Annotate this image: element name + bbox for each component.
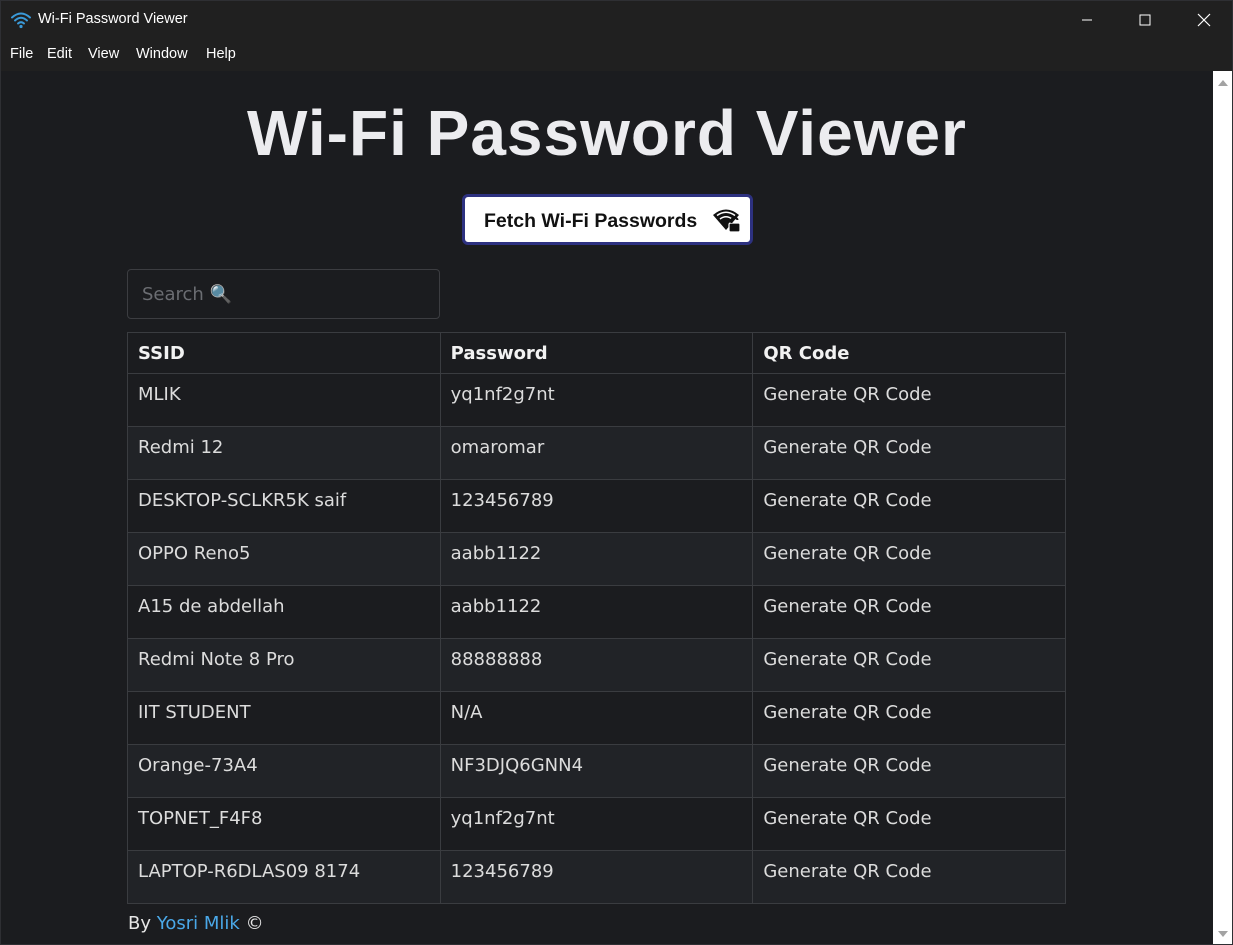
table-row: Redmi 12 omaromar Generate QR Code bbox=[127, 426, 1066, 480]
fetch-button-label: Fetch Wi-Fi Passwords bbox=[484, 210, 698, 232]
table-row: MLIK yq1nf2g7nt Generate QR Code bbox=[127, 373, 1066, 427]
menu-help[interactable]: Help bbox=[206, 46, 236, 62]
table-row: Redmi Note 8 Pro 88888888 Generate QR Co… bbox=[127, 638, 1066, 692]
password-cell: 88888888 bbox=[439, 638, 754, 692]
password-cell: yq1nf2g7nt bbox=[439, 797, 754, 851]
app-window: Wi-Fi Password Viewer File Edit View Win… bbox=[0, 0, 1233, 945]
title-bar: Wi-Fi Password Viewer bbox=[1, 1, 1232, 39]
vertical-scrollbar[interactable] bbox=[1213, 71, 1232, 944]
generate-qr-link[interactable]: Generate QR Code bbox=[752, 691, 1066, 745]
scroll-up-icon[interactable] bbox=[1218, 80, 1228, 86]
generate-qr-link[interactable]: Generate QR Code bbox=[752, 850, 1066, 904]
scroll-down-icon[interactable] bbox=[1218, 931, 1228, 937]
table-row: A15 de abdellah aabb1122 Generate QR Cod… bbox=[127, 585, 1066, 639]
generate-qr-link[interactable]: Generate QR Code bbox=[752, 426, 1066, 480]
ssid-cell: Redmi Note 8 Pro bbox=[127, 638, 441, 692]
generate-qr-link[interactable]: Generate QR Code bbox=[752, 585, 1066, 639]
generate-qr-link[interactable]: Generate QR Code bbox=[752, 638, 1066, 692]
maximize-icon bbox=[1139, 14, 1151, 26]
table-row: OPPO Reno5 aabb1122 Generate QR Code bbox=[127, 532, 1066, 586]
ssid-cell: DESKTOP-SCLKR5K saif bbox=[127, 479, 441, 533]
close-icon bbox=[1197, 13, 1211, 27]
ssid-cell: TOPNET_F4F8 bbox=[127, 797, 441, 851]
header-ssid: SSID bbox=[127, 332, 441, 374]
password-cell: aabb1122 bbox=[439, 585, 754, 639]
minimize-icon bbox=[1082, 19, 1092, 21]
password-cell: NF3DJQ6GNN4 bbox=[439, 744, 754, 798]
ssid-cell: LAPTOP-R6DLAS09 8174 bbox=[127, 850, 441, 904]
menu-window[interactable]: Window bbox=[136, 46, 188, 62]
footer-prefix: By bbox=[128, 913, 152, 934]
table-row: DESKTOP-SCLKR5K saif 123456789 Generate … bbox=[127, 479, 1066, 533]
ssid-cell: Redmi 12 bbox=[127, 426, 441, 480]
password-cell: omaromar bbox=[439, 426, 754, 480]
copyright-symbol: © bbox=[245, 913, 264, 934]
ssid-cell: OPPO Reno5 bbox=[127, 532, 441, 586]
wifi-icon bbox=[11, 11, 31, 29]
search-input[interactable] bbox=[128, 270, 439, 318]
menu-file[interactable]: File bbox=[10, 46, 33, 62]
password-cell: aabb1122 bbox=[439, 532, 754, 586]
page-title: Wi-Fi Password Viewer bbox=[247, 97, 967, 169]
generate-qr-link[interactable]: Generate QR Code bbox=[752, 373, 1066, 427]
menu-edit[interactable]: Edit bbox=[47, 46, 72, 62]
minimize-button[interactable] bbox=[1058, 1, 1116, 39]
password-cell: 123456789 bbox=[439, 479, 754, 533]
fetch-passwords-button[interactable]: Fetch Wi-Fi Passwords bbox=[462, 194, 753, 245]
footer: By Yosri Mlik © bbox=[128, 913, 264, 934]
ssid-cell: A15 de abdellah bbox=[127, 585, 441, 639]
ssid-cell: IIT STUDENT bbox=[127, 691, 441, 745]
table-row: Orange-73A4 NF3DJQ6GNN4 Generate QR Code bbox=[127, 744, 1066, 798]
ssid-cell: MLIK bbox=[127, 373, 441, 427]
search-box bbox=[127, 269, 440, 319]
table-row: IIT STUDENT N/A Generate QR Code bbox=[127, 691, 1066, 745]
wifi-table: SSID Password QR Code MLIK yq1nf2g7nt Ge… bbox=[127, 332, 1066, 904]
table-row: LAPTOP-R6DLAS09 8174 123456789 Generate … bbox=[127, 850, 1066, 904]
generate-qr-link[interactable]: Generate QR Code bbox=[752, 744, 1066, 798]
password-cell: N/A bbox=[439, 691, 754, 745]
table-header-row: SSID Password QR Code bbox=[127, 332, 1066, 374]
generate-qr-link[interactable]: Generate QR Code bbox=[752, 479, 1066, 533]
generate-qr-link[interactable]: Generate QR Code bbox=[752, 532, 1066, 586]
menu-bar: File Edit View Window Help bbox=[1, 39, 1232, 71]
generate-qr-link[interactable]: Generate QR Code bbox=[752, 797, 1066, 851]
header-qr-code: QR Code bbox=[752, 332, 1066, 374]
password-cell: 123456789 bbox=[439, 850, 754, 904]
author-link[interactable]: Yosri Mlik bbox=[157, 913, 240, 934]
wifi-unlock-icon bbox=[712, 206, 742, 238]
menu-view[interactable]: View bbox=[88, 46, 119, 62]
main-content: Wi-Fi Password Viewer Fetch Wi-Fi Passwo… bbox=[1, 71, 1213, 944]
table-row: TOPNET_F4F8 yq1nf2g7nt Generate QR Code bbox=[127, 797, 1066, 851]
close-button[interactable] bbox=[1175, 1, 1232, 39]
password-cell: yq1nf2g7nt bbox=[439, 373, 754, 427]
window-title: Wi-Fi Password Viewer bbox=[38, 11, 188, 27]
maximize-button[interactable] bbox=[1116, 1, 1174, 39]
header-password: Password bbox=[439, 332, 754, 374]
ssid-cell: Orange-73A4 bbox=[127, 744, 441, 798]
